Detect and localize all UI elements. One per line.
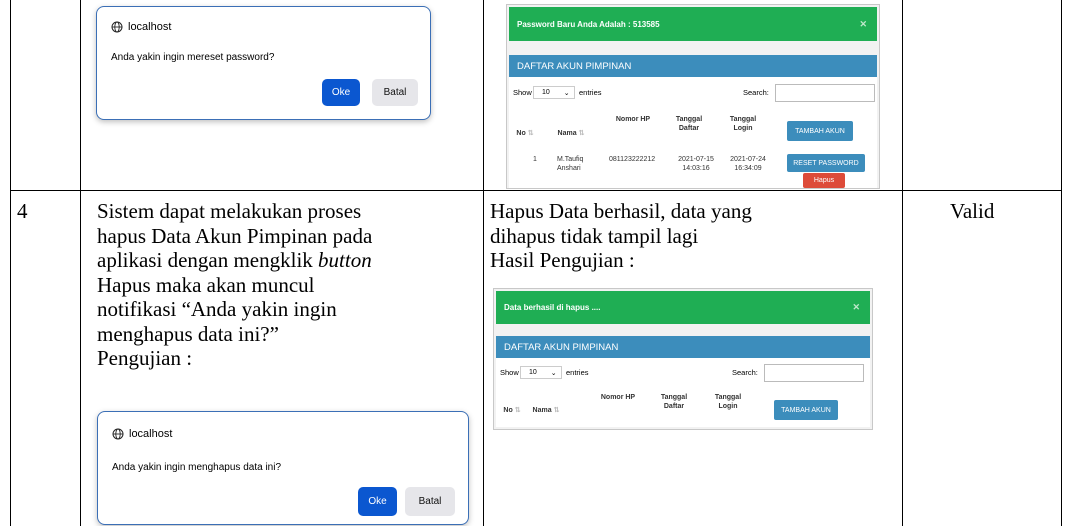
dialog-host-label: localhost [129, 428, 173, 440]
header-daftar-label: Tanggal Daftar [660, 394, 688, 410]
box-title: DAFTAR AKUN PIMPINAN [504, 341, 619, 353]
table-border-right [1061, 0, 1062, 526]
header-nama-label: Nama [557, 130, 577, 137]
add-account-button[interactable]: TAMBAH AKUN [774, 400, 838, 420]
pengujian-label: Pengujian : [97, 346, 193, 370]
ok-button[interactable]: Oke [322, 79, 360, 106]
dialog-host: localhost [111, 21, 171, 33]
search-label: Search: [732, 368, 758, 377]
globe-icon [111, 21, 123, 33]
header-no[interactable]: No ⇅ [514, 129, 536, 138]
cancel-button[interactable]: Batal [372, 79, 418, 106]
success-alert: Password Baru Anda Adalah : 513585 ✕ [509, 7, 877, 41]
search-label: Search: [743, 88, 769, 97]
chevron-down-icon: ⌄ [550, 369, 557, 377]
description-line: aplikasi dengan mengklik button [97, 248, 477, 273]
table-border-col2 [902, 0, 903, 526]
table-border-left [80, 0, 81, 526]
account-list-box: DAFTAR AKUN PIMPINAN Show 10 ⌄ entries S… [509, 55, 877, 188]
header-hp[interactable]: Nomor HP [598, 393, 638, 402]
header-daftar[interactable]: Tanggal Daftar [654, 393, 694, 411]
expected-result: Hapus Data berhasil, data yang dihapus t… [490, 199, 890, 273]
header-hp[interactable]: Nomor HP [609, 115, 657, 124]
delete-confirm-dialog: localhost Anda yakin ingin menghapus dat… [97, 411, 469, 525]
header-no-label: No [516, 130, 526, 137]
description-line: Sistem dapat melakukan proses [97, 199, 362, 223]
ok-button[interactable]: Oke [358, 487, 397, 516]
box-header: DAFTAR AKUN PIMPINAN [496, 336, 870, 358]
test-description: Sistem dapat melakukan proses hapus Data… [97, 199, 477, 371]
row-daftar: 2021-07-15 14:03:16 [678, 156, 714, 172]
chevron-down-icon: ⌄ [563, 89, 570, 97]
result-line: dihapus tidak tampil lagi [490, 223, 699, 248]
delete-result-screenshot: Data berhasil di hapus .... ✕ DAFTAR AKU… [493, 288, 873, 430]
dialog-message: Anda yakin ingin menghapus data ini? [112, 462, 282, 473]
alert-text: Data berhasil di hapus .... [504, 303, 601, 312]
header-login-label: Tanggal Login [729, 116, 757, 132]
header-nama-label: Nama [532, 407, 552, 414]
reset-confirm-dialog: localhost Anda yakin ingin mereset passw… [96, 6, 431, 120]
header-daftar-label: Tanggal Daftar [675, 116, 703, 132]
search-input[interactable] [764, 364, 864, 382]
table-border-col1 [483, 0, 484, 526]
row-hp: 081123222212 [609, 156, 656, 163]
description-text: aplikasi dengan mengklik [97, 248, 319, 272]
show-label: Show [513, 88, 532, 97]
table-border-col0-lower [10, 190, 11, 526]
cancel-button[interactable]: Batal [405, 487, 455, 516]
dialog-message: Anda yakin ingin mereset password? [111, 52, 275, 63]
header-hp-label: Nomor HP [615, 116, 651, 123]
close-icon[interactable]: ✕ [859, 19, 867, 30]
header-nama[interactable]: Nama ⇅ [526, 406, 566, 415]
entries-value: 10 [529, 369, 537, 376]
result-line: Hapus Data berhasil, data yang [490, 199, 752, 223]
alert-text: Password Baru Anda Adalah : 513585 [517, 19, 660, 29]
close-icon[interactable]: ✕ [852, 302, 860, 313]
entries-select[interactable]: 10 ⌄ [520, 366, 562, 379]
row-login: 2021-07-24 16:34:09 [730, 156, 766, 172]
row-nama: M.Taufiq Anshari [557, 156, 584, 172]
entries-label: entries [579, 88, 602, 97]
header-no-label: No [503, 407, 513, 414]
header-login[interactable]: Tanggal Login [710, 393, 746, 411]
status-valid: Valid [950, 199, 995, 223]
entries-value: 10 [542, 89, 550, 96]
description-line: notifikasi “Anda yakin ingin [97, 297, 337, 321]
description-line: hapus Data Akun Pimpinan pada [97, 223, 373, 248]
dialog-host-label: localhost [128, 21, 172, 33]
account-list-box: DAFTAR AKUN PIMPINAN Show 10 ⌄ entries S… [496, 336, 870, 427]
dialog-host: localhost [112, 428, 172, 440]
entries-select[interactable]: 10 ⌄ [533, 86, 575, 99]
row-number: 4 [17, 199, 28, 223]
globe-icon [112, 428, 124, 440]
table-row-divider [10, 190, 1062, 191]
row-no: 1 [533, 156, 537, 163]
description-line: Hapus maka akan muncul [97, 272, 315, 297]
description-line: menghapus data ini?” [97, 321, 279, 346]
delete-button[interactable]: Hapus [803, 173, 845, 188]
entries-label: entries [566, 368, 589, 377]
header-daftar[interactable]: Tanggal Daftar [669, 115, 709, 133]
table-border-col0 [10, 0, 11, 190]
header-no[interactable]: No ⇅ [501, 406, 523, 415]
search-input[interactable] [775, 84, 875, 102]
add-account-button[interactable]: TAMBAH AKUN [787, 121, 853, 141]
box-title: DAFTAR AKUN PIMPINAN [517, 60, 632, 72]
header-login[interactable]: Tanggal Login [725, 115, 761, 133]
box-header: DAFTAR AKUN PIMPINAN [509, 55, 877, 77]
header-login-label: Tanggal Login [714, 394, 742, 410]
header-nama[interactable]: Nama ⇅ [551, 129, 591, 138]
success-alert: Data berhasil di hapus .... ✕ [496, 291, 870, 324]
show-label: Show [500, 368, 519, 377]
hasil-label: Hasil Pengujian : [490, 248, 635, 272]
reset-password-button[interactable]: RESET PASSWORD [787, 154, 865, 172]
description-italic: button [318, 248, 372, 272]
reset-result-screenshot: Password Baru Anda Adalah : 513585 ✕ DAF… [506, 4, 880, 189]
header-hp-label: Nomor HP [600, 394, 636, 401]
